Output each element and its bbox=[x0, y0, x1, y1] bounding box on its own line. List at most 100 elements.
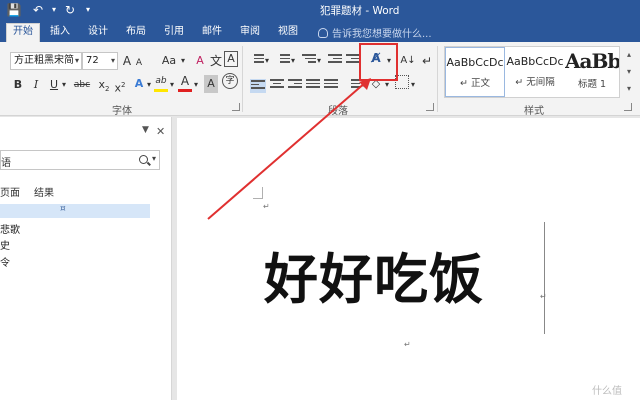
redo-icon[interactable]: ↻ bbox=[62, 2, 78, 18]
superscript-button[interactable]: x2 bbox=[114, 76, 126, 95]
nav-selected-heading[interactable]: ¤ bbox=[0, 204, 150, 218]
nav-search-value: 语 bbox=[1, 158, 11, 169]
style-preview: AaBbCcDc bbox=[446, 56, 504, 69]
chevron-down-icon[interactable]: ▾ bbox=[152, 154, 156, 163]
chevron-down-icon[interactable]: ▾ bbox=[169, 76, 175, 94]
styles-gallery: AaBbCcDc ↵ 正文 AaBbCcDc ↵ 无间隔 AaBb 标题 1 bbox=[444, 46, 620, 98]
close-icon[interactable]: ✕ bbox=[156, 125, 165, 138]
chevron-down-icon[interactable]: ▾ bbox=[622, 63, 636, 80]
multilevel-list-icon[interactable] bbox=[302, 54, 316, 66]
watermark: 什么值 bbox=[592, 386, 622, 397]
lightbulb-icon bbox=[318, 28, 328, 38]
style-name: 标题 1 bbox=[577, 79, 607, 90]
tab-home[interactable]: 开始 bbox=[6, 23, 40, 42]
italic-button[interactable]: I bbox=[30, 76, 42, 94]
phonetic-guide-button[interactable]: 文 bbox=[210, 52, 222, 70]
chevron-down-icon[interactable]: ▾ bbox=[316, 52, 322, 70]
font-name-combo[interactable]: 方正粗黑宋简 ▾ bbox=[10, 52, 82, 70]
char-shading-button[interactable]: A bbox=[204, 75, 218, 93]
numbering-icon[interactable] bbox=[276, 54, 290, 66]
text-cursor bbox=[544, 222, 545, 334]
chevron-down-icon[interactable]: ▾ bbox=[180, 52, 186, 70]
increase-indent-icon[interactable] bbox=[346, 54, 360, 66]
paragraph-mark: ↵ bbox=[540, 292, 547, 301]
subscript-button[interactable]: x2 bbox=[98, 76, 110, 94]
styles-group-label: 样式 bbox=[524, 106, 544, 117]
chevron-up-icon[interactable]: ▴ bbox=[622, 46, 636, 63]
tab-view[interactable]: 视图 bbox=[272, 24, 304, 42]
sort-button[interactable]: A↓ bbox=[400, 52, 416, 70]
customize-qat-icon[interactable]: ▾ bbox=[80, 2, 96, 18]
document-heading[interactable]: 好好吃饭 bbox=[264, 235, 484, 314]
style-preview: AaBb bbox=[565, 49, 619, 73]
chevron-down-icon[interactable]: ▾ bbox=[193, 76, 199, 94]
align-left-icon[interactable] bbox=[250, 79, 266, 93]
gallery-scroll[interactable]: ▴ ▾ ▾ bbox=[622, 46, 636, 98]
undo-dropdown-icon[interactable]: ▾ bbox=[46, 2, 62, 18]
group-separator bbox=[437, 46, 438, 112]
line-spacing-icon[interactable] bbox=[346, 79, 360, 91]
styles-dialog-launcher[interactable] bbox=[624, 103, 632, 111]
nav-tab-results[interactable]: 结果 bbox=[34, 184, 54, 199]
chevron-down-icon[interactable]: ▾ bbox=[290, 52, 296, 70]
justify-icon[interactable] bbox=[306, 79, 320, 91]
tab-review[interactable]: 审阅 bbox=[234, 24, 266, 42]
style-heading-1[interactable]: AaBb 标题 1 bbox=[565, 47, 619, 97]
grow-font-button[interactable]: A bbox=[121, 52, 133, 70]
margin-corner-mark bbox=[253, 187, 263, 199]
show-marks-button[interactable]: ↵ bbox=[420, 52, 434, 70]
shrink-font-button[interactable]: A bbox=[134, 54, 144, 72]
chevron-down-icon[interactable]: ▾ bbox=[146, 76, 152, 94]
nav-heading-item[interactable]: 悲歌 bbox=[0, 221, 20, 236]
text-effects-button[interactable]: A bbox=[132, 75, 146, 93]
bold-button[interactable]: B bbox=[12, 76, 24, 94]
selected-marker: ¤ bbox=[60, 204, 66, 214]
font-color-button[interactable]: A bbox=[178, 72, 192, 90]
paragraph-group-label: 段落 bbox=[328, 106, 348, 117]
decrease-indent-icon[interactable] bbox=[328, 54, 342, 66]
tab-mailings[interactable]: 邮件 bbox=[196, 24, 228, 42]
save-icon[interactable]: 💾 bbox=[6, 2, 22, 18]
title-bar: 💾 ↶ ▾ ↻ ▾ 犯罪题材 - Word bbox=[0, 0, 640, 20]
pane-options-icon[interactable]: ▼ bbox=[142, 125, 149, 135]
tab-insert[interactable]: 插入 bbox=[44, 24, 76, 42]
align-center-icon[interactable] bbox=[270, 79, 284, 91]
highlight-box bbox=[359, 43, 398, 81]
style-no-spacing[interactable]: AaBbCcDc ↵ 无间隔 bbox=[505, 47, 565, 97]
highlight-color-bar bbox=[154, 89, 168, 92]
font-color-bar bbox=[178, 89, 192, 92]
enclose-char-button[interactable]: 字 bbox=[222, 73, 238, 89]
char-border-button[interactable]: A bbox=[224, 51, 238, 67]
change-case-button[interactable]: Aa bbox=[160, 52, 178, 70]
nav-tab-pages[interactable]: 页面 bbox=[0, 184, 20, 199]
style-name: ↵ 正文 bbox=[460, 78, 490, 89]
nav-heading-item[interactable]: 令 bbox=[0, 254, 10, 269]
strikethrough-button[interactable]: abc bbox=[72, 76, 92, 94]
tell-me-box[interactable]: 告诉我您想要做什么... bbox=[318, 25, 432, 40]
tab-layout[interactable]: 布局 bbox=[120, 24, 152, 42]
font-dialog-launcher[interactable] bbox=[232, 103, 240, 111]
nav-search-input[interactable]: 语 ▾ bbox=[0, 150, 160, 170]
clear-format-button[interactable]: A bbox=[193, 52, 207, 70]
style-preview: AaBbCcDc bbox=[506, 55, 564, 68]
distributed-icon[interactable] bbox=[324, 79, 338, 91]
chevron-down-icon[interactable]: ▾ bbox=[264, 52, 270, 70]
tab-design[interactable]: 设计 bbox=[82, 24, 114, 42]
highlight-button[interactable]: ab bbox=[154, 72, 168, 90]
search-icon[interactable] bbox=[139, 155, 148, 164]
nav-heading-item[interactable]: 史 bbox=[0, 237, 10, 252]
underline-button[interactable]: U bbox=[48, 76, 60, 94]
gallery-more-icon[interactable]: ▾ bbox=[622, 80, 636, 97]
paragraph-dialog-launcher[interactable] bbox=[426, 103, 434, 111]
window-title: 犯罪题材 - Word bbox=[320, 5, 400, 17]
font-size-combo[interactable]: 72 ▾ bbox=[82, 52, 118, 70]
align-right-icon[interactable] bbox=[288, 79, 302, 91]
chevron-down-icon[interactable]: ▾ bbox=[61, 76, 67, 94]
style-normal[interactable]: AaBbCcDc ↵ 正文 bbox=[445, 47, 505, 97]
tab-references[interactable]: 引用 bbox=[158, 24, 190, 42]
font-name-value: 方正粗黑宋简 bbox=[14, 55, 74, 66]
chevron-down-icon[interactable]: ▾ bbox=[410, 76, 416, 94]
bullets-icon[interactable] bbox=[250, 54, 264, 66]
undo-icon[interactable]: ↶ bbox=[30, 2, 46, 18]
ribbon: 方正粗黑宋简 ▾ 72 ▾ A A Aa ▾ A 文 A B I U ▾ abc… bbox=[0, 42, 640, 117]
